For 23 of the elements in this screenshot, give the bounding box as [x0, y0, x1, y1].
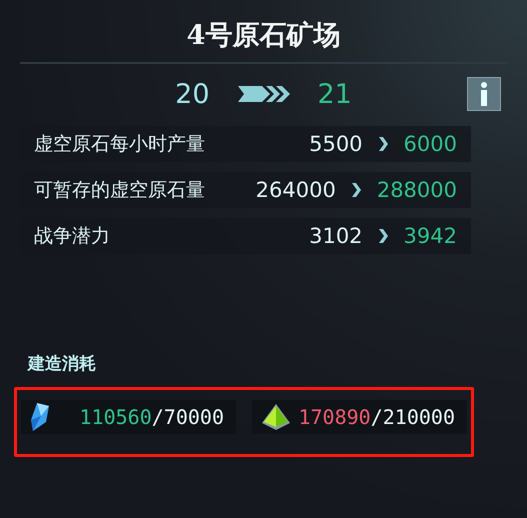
chevron-icon	[378, 229, 388, 243]
stat-label: 可暂存的虚空原石量	[34, 178, 206, 203]
chevron-icon	[352, 183, 361, 197]
current-level: 20	[175, 78, 210, 110]
current-value: 264000	[256, 178, 336, 202]
current-value: 3102	[309, 224, 363, 248]
stat-label: 战争潜力	[34, 224, 111, 249]
info-button[interactable]	[467, 77, 501, 111]
crystal-icon	[29, 402, 51, 432]
next-value: 6000	[404, 132, 457, 156]
next-value: 288000	[376, 178, 457, 202]
info-icon	[480, 82, 488, 106]
chevron-icon	[378, 137, 388, 151]
section-title: 建造消耗	[28, 353, 97, 375]
stat-label: 虚空原石每小时产量	[34, 132, 206, 157]
cost-amount: 170890/210000	[298, 405, 455, 429]
triple-chevron-icon	[238, 84, 290, 104]
cost-amount: 110560/70000	[80, 405, 224, 429]
next-value: 3942	[404, 224, 457, 248]
building-title: 4号原石矿场	[186, 19, 340, 53]
pyramid-icon	[260, 403, 292, 431]
current-value: 5500	[309, 132, 363, 156]
next-level: 21	[318, 78, 352, 110]
